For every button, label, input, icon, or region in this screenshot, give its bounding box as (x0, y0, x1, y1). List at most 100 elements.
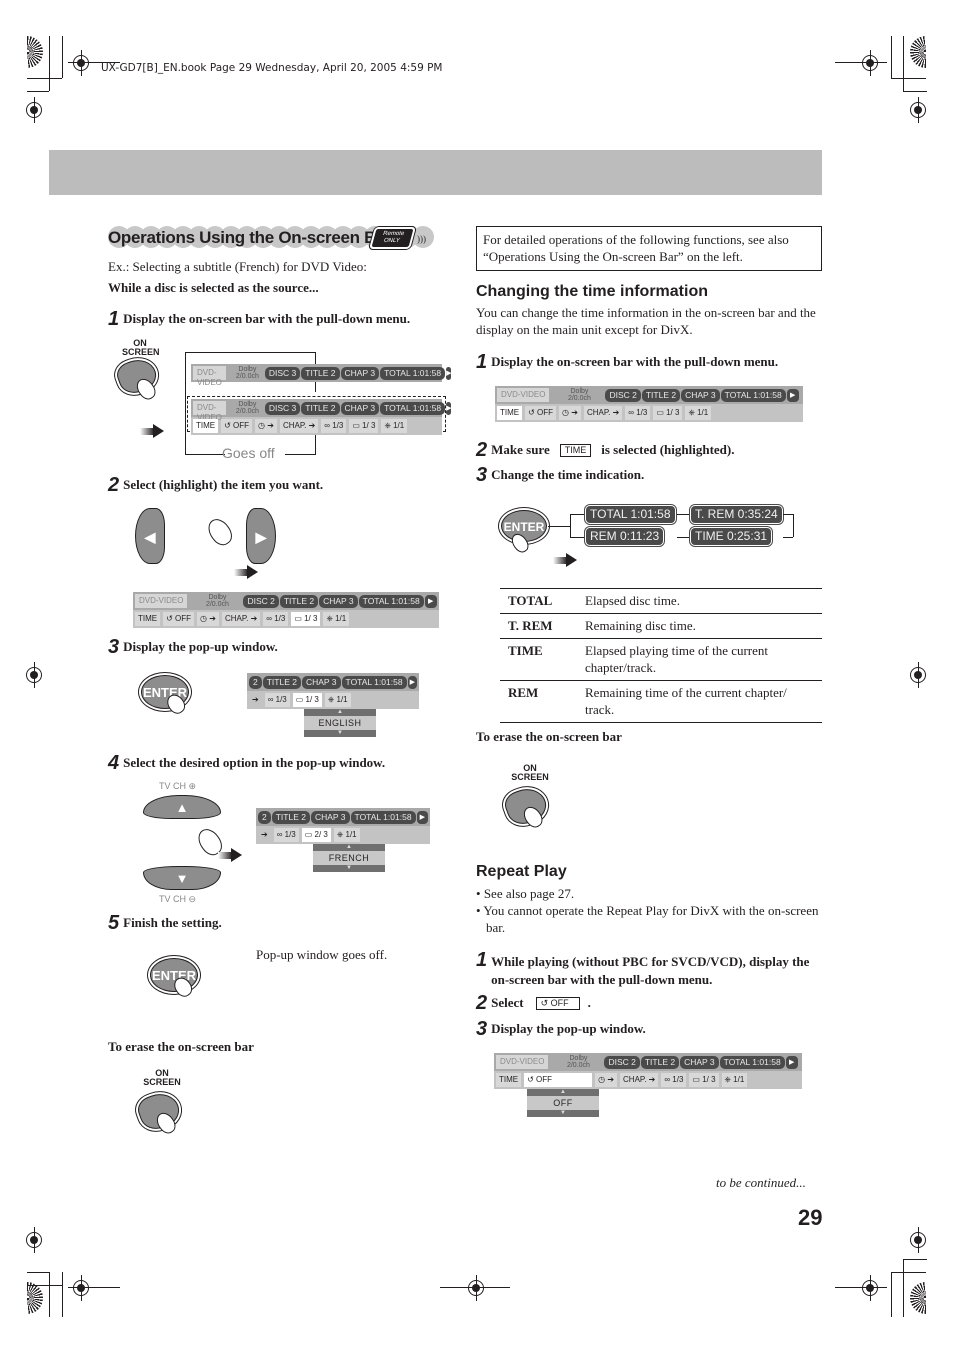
registration-mark-icon (862, 50, 878, 76)
menu-angle[interactable]: ⎈ 1/1 (333, 828, 360, 842)
popup-up-icon[interactable]: ▲ (304, 709, 376, 716)
popup-up-icon[interactable]: ▲ (313, 844, 385, 851)
down-arrow-button[interactable]: ▼ (143, 866, 221, 890)
chapter-indicator: CHAP 3 (319, 594, 358, 608)
menu-angle[interactable]: ⎈ 1/1 (323, 612, 350, 626)
menu-chapter[interactable]: CHAP. ➔ (279, 419, 319, 433)
repeat-off-box: ↺ OFF (535, 997, 580, 1010)
table-row: TIME Elapsed playing time of the current … (500, 638, 822, 681)
popup-down-icon[interactable]: ▼ (304, 730, 376, 737)
arrow-right-icon (553, 553, 577, 567)
section-title-repeat: Repeat Play (476, 863, 567, 880)
title-indicator: TITLE 2 (301, 401, 340, 415)
total-time-indicator: TOTAL 1:01:58 (380, 366, 446, 380)
onscreen-bar-partial: 2 TITLE 2 CHAP 3 TOTAL 1:01:58 ▶ ➔ ∞ 1/3… (247, 673, 419, 709)
step-number: 4 (108, 752, 120, 774)
menu-audio[interactable]: ∞ 1/3 (264, 693, 290, 707)
menu-subtitle[interactable]: ▭ 2/ 3 (301, 828, 331, 842)
step-number: 2 (476, 992, 488, 1014)
registration-mark-icon (910, 1227, 926, 1253)
menu-audio[interactable]: ∞ 1/3 (263, 612, 289, 626)
popup-up-icon[interactable]: ▲ (527, 1089, 599, 1096)
popup-goes-off-text: Pop-up window goes off. (256, 947, 388, 962)
menu-time-search[interactable]: ◷ ➔ (255, 419, 277, 433)
subtitle-popup[interactable]: ▲ FRENCH ▼ (313, 844, 385, 872)
right-arrow-button[interactable]: ▶ (246, 508, 276, 564)
registration-mark-icon (910, 662, 926, 688)
menu-subtitle[interactable]: ▭ 1/ 3 (291, 612, 321, 626)
menu-time[interactable]: TIME (135, 612, 161, 626)
time-mode-rem: REM 0:11:23 (586, 528, 664, 545)
menu-time[interactable]: TIME (193, 419, 219, 433)
step-number: 3 (108, 636, 120, 658)
menu-chapter[interactable]: CHAP. ➔ (620, 1073, 659, 1087)
menu-audio[interactable]: ∞ 1/3 (625, 406, 651, 420)
step-text: Select (491, 995, 524, 1010)
arrow-right-icon (140, 424, 164, 438)
menu-chapter[interactable]: CHAP. ➔ (221, 612, 261, 626)
menu-repeat[interactable]: ↺ OFF (221, 419, 253, 433)
step-4: 4 Select the desired option in the pop-up… (108, 752, 385, 775)
step-text: Display the pop-up window. (123, 639, 278, 654)
step-1: 1 Display the on-screen bar with the pull… (108, 308, 410, 331)
onscreen-bar-with-menu: DVD-VIDEO Dolby 2/0.0ch DISC 2 TITLE 2 CH… (494, 1053, 802, 1089)
step-text: While playing (without PBC for SVCD/VCD)… (491, 954, 810, 987)
remote-signal-icon: ))) (417, 234, 427, 244)
menu-subtitle[interactable]: ▭ 1/ 3 (292, 693, 322, 707)
header-band (49, 150, 822, 195)
popup-down-icon[interactable]: ▼ (313, 865, 385, 872)
menu-audio[interactable]: ∞ 1/3 (273, 828, 299, 842)
onscreen-bar-with-menu: DVD-VIDEO Dolby 2/0.0ch DISC 2 TITLE 2 CH… (133, 592, 439, 628)
title-indicator: TITLE 2 (641, 388, 681, 402)
popup-down-icon[interactable]: ▼ (527, 1110, 599, 1117)
title-indicator: TITLE 2 (262, 675, 301, 689)
audio-format: Dolby 2/0.0ch (235, 401, 259, 415)
title-indicator: TITLE 2 (271, 810, 310, 824)
registration-mark-icon (26, 662, 42, 688)
table-key: TOTAL (500, 588, 577, 614)
continued-note: to be continued... (716, 1175, 806, 1190)
repeat-popup[interactable]: ▲ OFF ▼ (527, 1089, 599, 1117)
left-arrow-button[interactable]: ◀ (135, 508, 165, 564)
time-mode-trem: T. REM 0:35:24 (691, 506, 782, 523)
menu-chapter[interactable]: CHAP. ➔ (583, 406, 623, 420)
popup-value: FRENCH (313, 851, 385, 865)
step-number: 1 (476, 351, 488, 373)
time-intro: You can change the time information in t… (476, 305, 816, 337)
menu-angle[interactable]: ⎈ 1/1 (685, 406, 712, 420)
menu-angle[interactable]: ⎈ 1/1 (721, 1073, 748, 1087)
menu-repeat[interactable]: ↺ OFF (525, 406, 557, 420)
title-indicator: TITLE 2 (301, 366, 340, 380)
menu-angle[interactable]: ⎈ 1/1 (324, 693, 351, 707)
menu-subtitle[interactable]: ▭ 1/ 3 (349, 419, 379, 433)
total-time-indicator: TOTAL 1:01:58 (380, 401, 446, 415)
menu-time[interactable]: TIME (497, 406, 523, 420)
step-number: 1 (476, 949, 488, 971)
menu-time-search[interactable]: ◷ ➔ (559, 406, 581, 420)
menu-angle[interactable]: ⎈ 1/1 (381, 419, 408, 433)
step-2: 2 Select (highlight) the item you want. (108, 474, 323, 497)
menu-audio[interactable]: ∞ 1/3 (321, 419, 347, 433)
menu-time-search[interactable]: ◷ ➔ (197, 612, 219, 626)
subtitle-popup[interactable]: ▲ ENGLISH ▼ (304, 709, 376, 737)
play-icon: ▶ (407, 675, 417, 689)
menu-time-search[interactable]: ◷ ➔ (595, 1073, 618, 1087)
source-label: DVD-VIDEO (193, 401, 226, 422)
table-key: T. REM (500, 613, 577, 639)
menu-subtitle[interactable]: ▭ 1/ 3 (653, 406, 683, 420)
time-mode-time: TIME 0:25:31 (691, 528, 772, 545)
step-text: . (587, 995, 591, 1010)
table-key: TIME (500, 638, 577, 681)
menu-subtitle[interactable]: ▭ 1/ 3 (689, 1073, 719, 1087)
up-arrow-button[interactable]: ▲ (143, 795, 221, 819)
registration-fan-icon (910, 1282, 926, 1314)
step-text: Display the pop-up window. (491, 1021, 646, 1036)
menu-time[interactable]: TIME (496, 1073, 522, 1087)
menu-audio[interactable]: ∞ 1/3 (661, 1073, 687, 1087)
section-title-onscreen-bar: Operations Using the On-screen Bar (108, 228, 392, 247)
registration-fan-icon (910, 36, 926, 68)
menu-repeat[interactable]: ↺ OFF (524, 1073, 593, 1087)
total-time-indicator: TOTAL 1:01:58 (720, 388, 786, 402)
menu-repeat[interactable]: ↺ OFF (163, 612, 195, 626)
table-desc: Elapsed playing time of the current chap… (577, 638, 822, 681)
